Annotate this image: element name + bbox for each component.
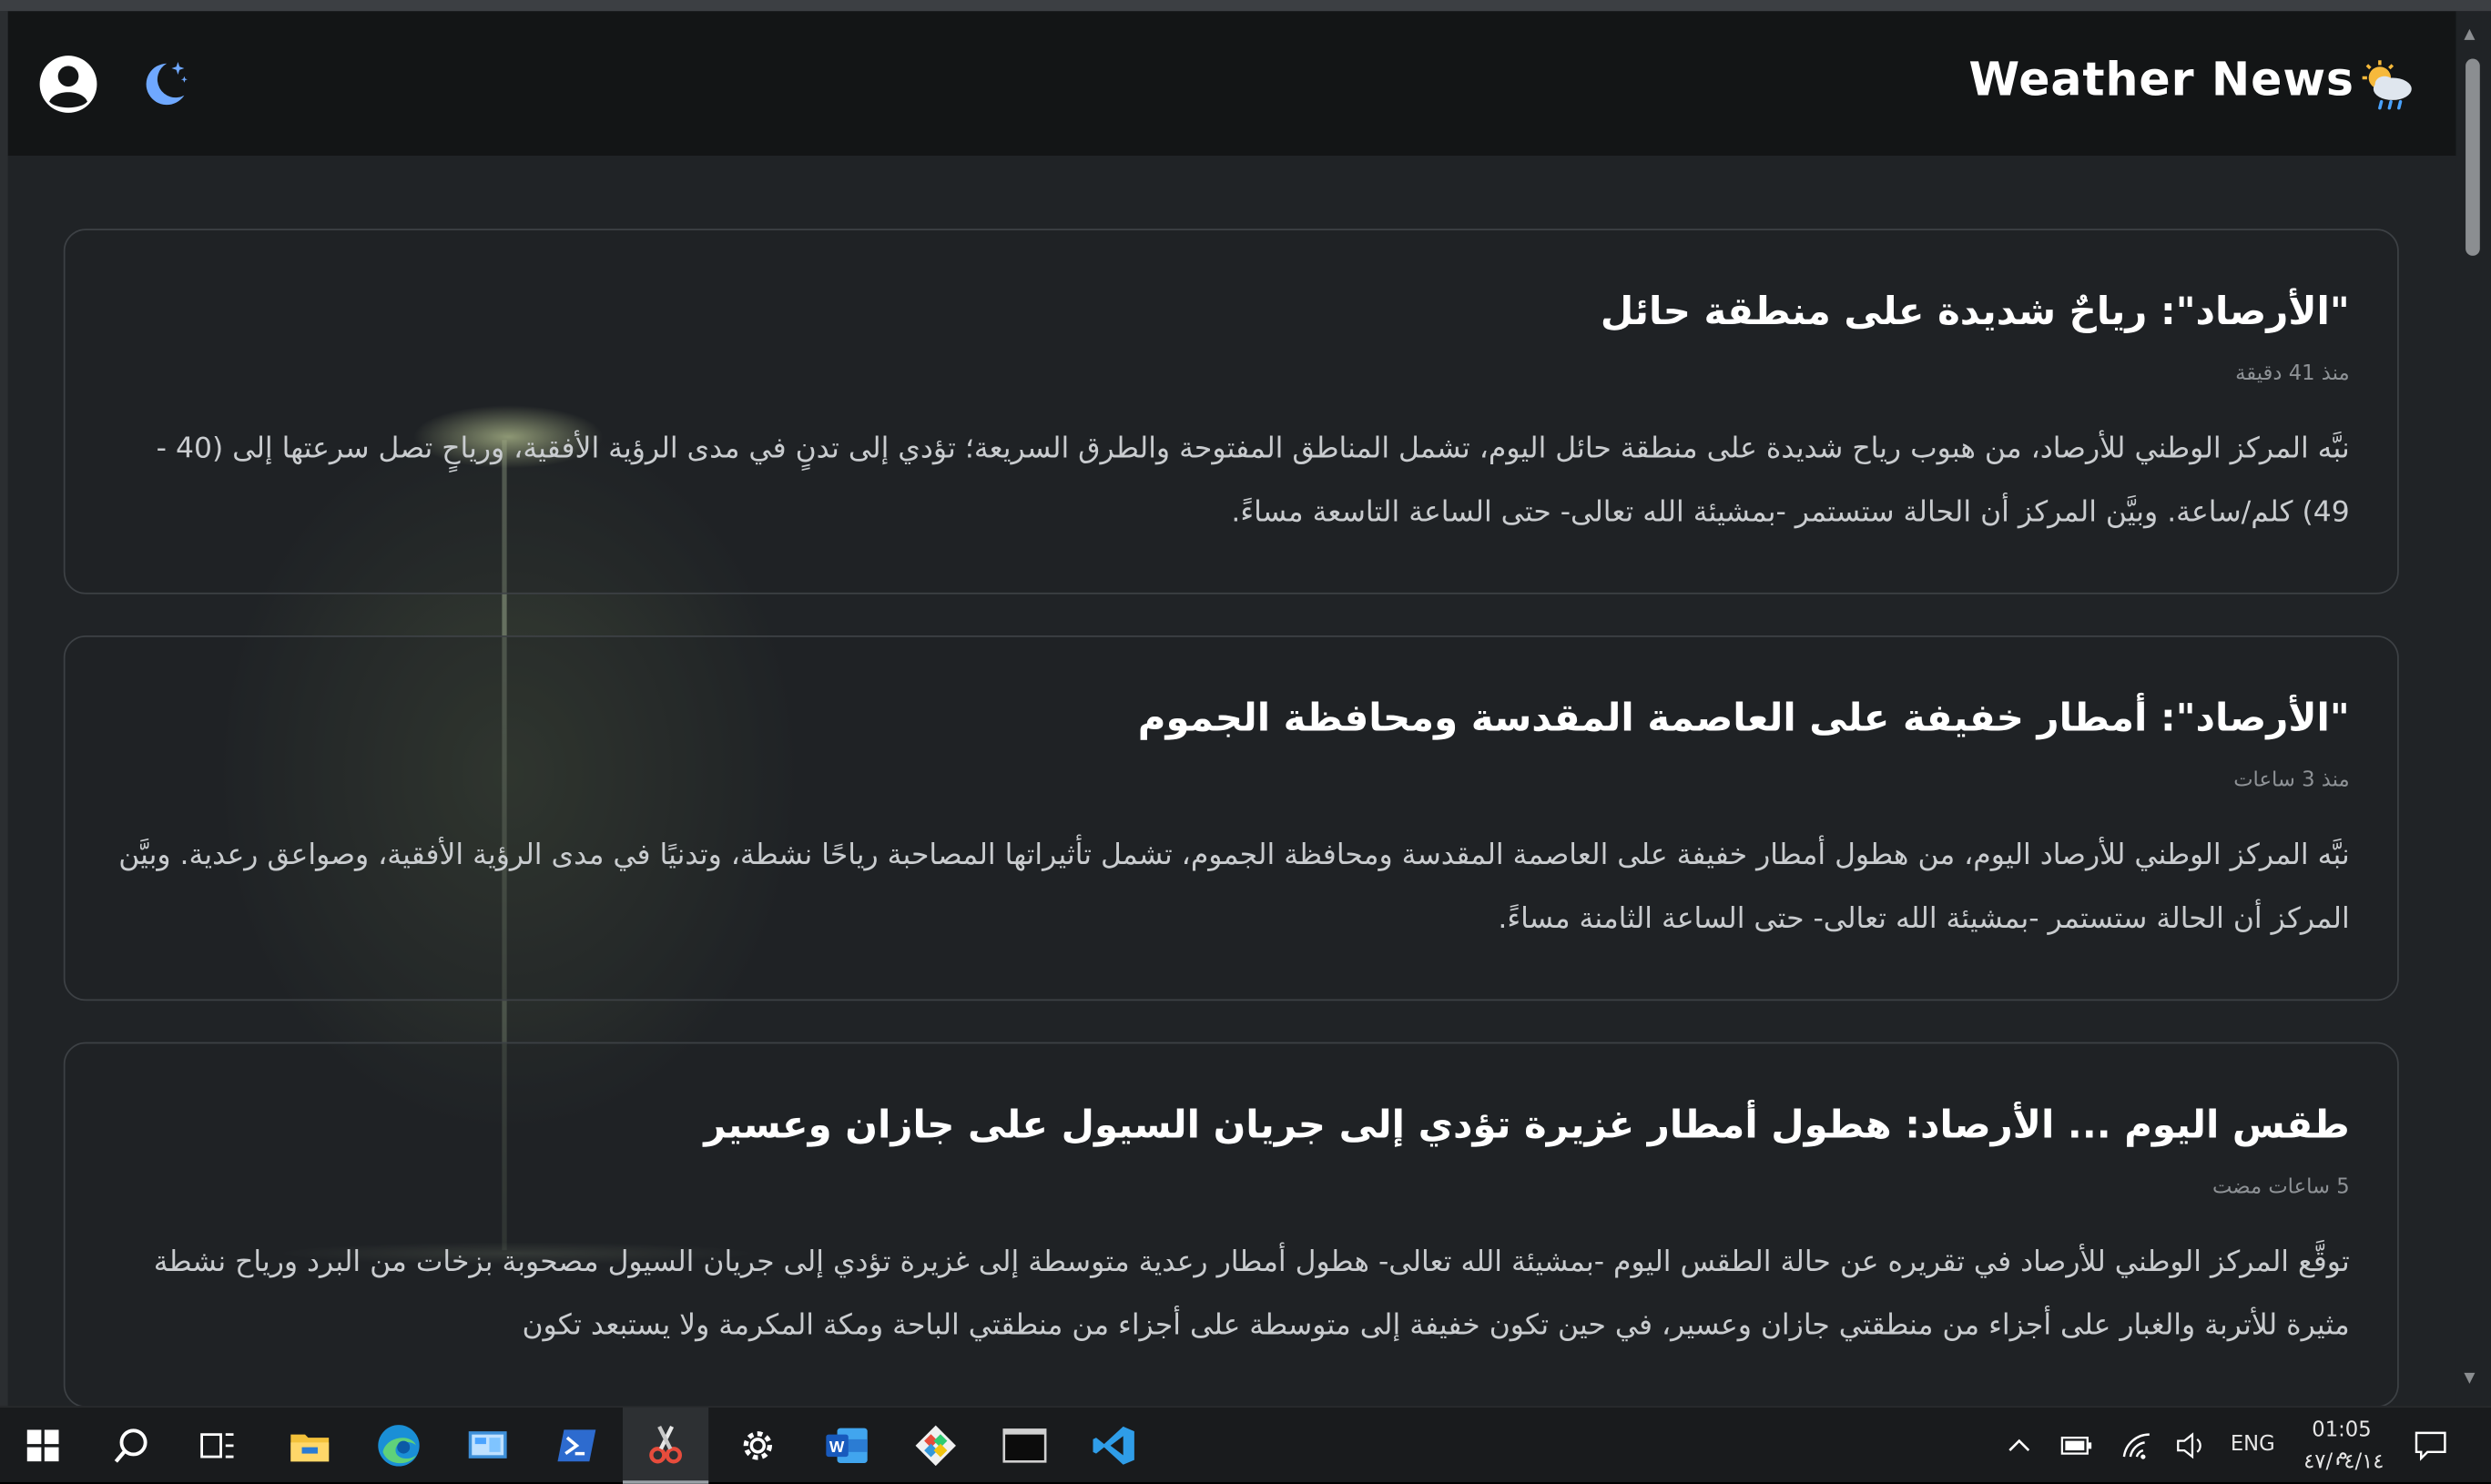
word-button[interactable]: W [804, 1408, 890, 1484]
task-view-icon [200, 1433, 234, 1459]
news-time: 5 ساعات مضت [2212, 1175, 2350, 1200]
settings-button[interactable] [715, 1408, 800, 1484]
news-card[interactable]: طقس اليوم ... الأرصاد: هطول أمطار غزيرة … [63, 1042, 2399, 1407]
windows-start-icon [26, 1429, 59, 1462]
git-button[interactable] [893, 1408, 979, 1484]
scrollbar-thumb[interactable] [2466, 58, 2480, 256]
news-card[interactable]: "الأرصاد": أمطار خفيفة على العاصمة المقد… [63, 635, 2399, 1001]
powershell-icon [557, 1429, 596, 1462]
snipping-tool-icon [649, 1425, 682, 1464]
news-body: نبَّه المركز الوطني للأرصاد، من هبوب ريا… [156, 432, 2350, 530]
account-circle-icon [39, 56, 97, 113]
notification-center-button[interactable] [2399, 1408, 2463, 1484]
notification-chat-icon [2415, 1431, 2446, 1461]
scroll-down-arrow-icon[interactable]: ▼ [2464, 1371, 2475, 1387]
word-icon: W [826, 1428, 868, 1464]
weather-news-app: Weather News "الأرصاد": رياحٌ شديدة على … [7, 11, 2456, 1407]
vscode-icon [1093, 1426, 1134, 1465]
clock-date[interactable]: ٤٧/٠٤/١٤ [2303, 1450, 2384, 1474]
news-title[interactable]: طقس اليوم ... الأرصاد: هطول أمطار غزيرة … [113, 1098, 2349, 1152]
network-button[interactable] [2116, 1408, 2157, 1484]
svg-text:W: W [829, 1438, 845, 1456]
taskbar: W ENG 01:05 م ٤٧/٠٤/١٤ [0, 1406, 2491, 1484]
account-button[interactable] [36, 53, 100, 117]
speaker-volume-icon [2177, 1432, 2201, 1459]
dark-mode-moon-icon [146, 62, 188, 106]
app-title: Weather News [1968, 52, 2354, 107]
task-view-button[interactable] [175, 1408, 260, 1484]
vscode-button[interactable] [1071, 1408, 1156, 1484]
news-list: "الأرصاد": رياحٌ شديدة على منطقة حائل من… [63, 229, 2399, 1407]
show-hidden-icons-button[interactable] [1998, 1408, 2039, 1484]
powershell-button[interactable] [534, 1408, 619, 1484]
news-card[interactable]: "الأرصاد": رياحٌ شديدة على منطقة حائل من… [63, 229, 2399, 595]
settings-gear-icon [743, 1431, 773, 1460]
battery-icon [2060, 1437, 2092, 1455]
git-icon [915, 1425, 956, 1467]
control-panel-icon [468, 1431, 507, 1459]
news-time: منذ 3 ساعات [2233, 768, 2350, 793]
edge-browser-icon [378, 1425, 420, 1467]
battery-button[interactable] [2056, 1408, 2097, 1484]
file-explorer-icon [290, 1434, 330, 1462]
start-button[interactable] [0, 1408, 86, 1484]
app-window: Weather News "الأرصاد": رياحٌ شديدة على … [0, 0, 2491, 1407]
vertical-scrollbar[interactable]: ▲ ▼ [2455, 11, 2491, 1407]
terminal-icon [1002, 1428, 1047, 1463]
search-icon [114, 1428, 147, 1463]
weather-cloud-sun-rain-icon [2362, 60, 2412, 110]
scroll-up-arrow-icon[interactable]: ▲ [2464, 27, 2475, 43]
news-body: نبَّه المركز الوطني للأرصاد اليوم، من هط… [118, 839, 2350, 936]
theme-toggle-button[interactable] [132, 53, 196, 117]
wifi-icon [2122, 1433, 2150, 1459]
terminal-button[interactable] [981, 1408, 1067, 1484]
search-button[interactable] [89, 1408, 175, 1484]
window-edge [0, 11, 8, 1407]
edge-button[interactable] [356, 1408, 442, 1484]
control-panel-button[interactable] [445, 1408, 531, 1484]
input-language-indicator[interactable]: ENG [2231, 1433, 2275, 1457]
snipping-tool-button[interactable] [623, 1407, 709, 1484]
chevron-up-icon [2008, 1438, 2030, 1452]
file-explorer-button[interactable] [267, 1408, 352, 1484]
news-title[interactable]: "الأرصاد": أمطار خفيفة على العاصمة المقد… [113, 691, 2350, 745]
news-time: منذ 41 دقيقة [2235, 361, 2350, 387]
app-header: Weather News [7, 11, 2456, 157]
news-title[interactable]: "الأرصاد": رياحٌ شديدة على منطقة حائل [113, 284, 2350, 338]
volume-button[interactable] [2171, 1408, 2211, 1484]
news-body: توقَّع المركز الوطني للأرصاد في تقريره ع… [153, 1245, 2350, 1343]
screen: Weather News "الأرصاد": رياحٌ شديدة على … [0, 0, 2491, 1484]
